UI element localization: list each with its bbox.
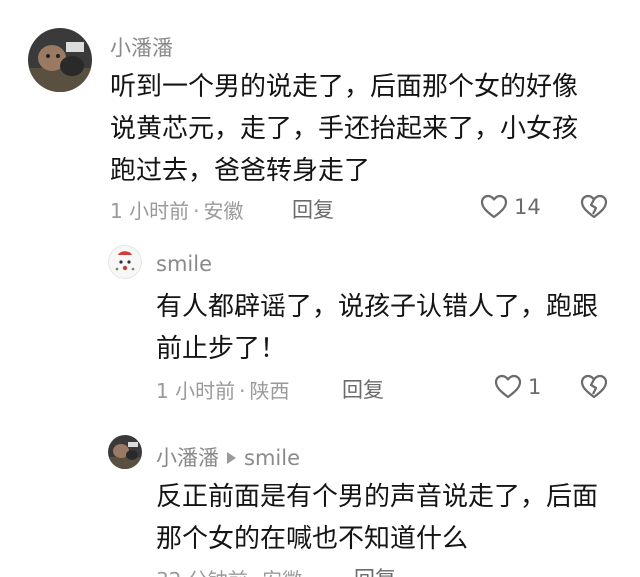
- like-button[interactable]: 14: [480, 194, 541, 220]
- avatar[interactable]: [108, 435, 142, 469]
- avatar-photo: [108, 245, 142, 279]
- like-count: 1: [528, 375, 542, 399]
- reply-item: smile 有人都辟谣了，说孩子认错人了，跑跟 前止步了！ 1 小时前 · 陕西 回…: [0, 240, 640, 420]
- comment-item: 小潘潘 听到一个男的说走了，后面那个女的好像 说黄芯元，走了，手还抬起来了，小女…: [0, 0, 640, 240]
- comment-text-line: 有人都辟谣了，说孩子认错人了，跑跟: [156, 292, 599, 322]
- avatar[interactable]: [108, 245, 142, 279]
- comment-meta: 1 小时前 · 安徽: [110, 195, 243, 224]
- comment-location: 安徽: [262, 568, 302, 577]
- comment-text-line: 那个女的在喊也不知道什么: [156, 524, 469, 554]
- comment-time: 1 小时前: [110, 199, 190, 223]
- like-button[interactable]: 1: [494, 374, 541, 400]
- reply-button[interactable]: 回复: [354, 563, 396, 577]
- comment-list: 小潘潘 听到一个男的说走了，后面那个女的好像 说黄芯元，走了，手还抬起来了，小女…: [0, 0, 640, 577]
- comment-time: 32 分钟前: [156, 568, 248, 577]
- comment-text-line: 说黄芯元，走了，手还抬起来了，小女孩: [110, 114, 579, 144]
- broken-heart-icon: [580, 194, 608, 219]
- comment-time: 1 小时前: [156, 379, 236, 403]
- comment-text-line: 听到一个男的说走了，后面那个女的好像: [110, 72, 579, 102]
- comment-username[interactable]: 小潘潘: [110, 32, 173, 62]
- heart-outline-icon: [494, 374, 522, 399]
- broken-heart-icon: [580, 374, 608, 399]
- comment-text-line: 跑过去，爸爸转身走了: [110, 156, 371, 186]
- comment-username: 小潘潘 smile: [156, 442, 300, 472]
- comment-text-line: 反正前面是有个男的声音说走了，后面: [156, 482, 599, 512]
- reply-author[interactable]: 小潘潘: [156, 446, 219, 470]
- avatar-photo: [108, 435, 142, 469]
- avatar[interactable]: [28, 28, 92, 92]
- comment-username[interactable]: smile: [156, 252, 212, 276]
- comment-text: 反正前面是有个男的声音说走了，后面 那个女的在喊也不知道什么: [156, 476, 598, 560]
- reply-button[interactable]: 回复: [342, 374, 384, 404]
- meta-separator: ·: [252, 568, 258, 577]
- comment-text: 有人都辟谣了，说孩子认错人了，跑跟 前止步了！: [156, 286, 598, 370]
- reply-item: 小潘潘 smile 反正前面是有个男的声音说走了，后面 那个女的在喊也不知道什么 …: [0, 420, 640, 577]
- comment-location: 安徽: [203, 199, 244, 223]
- dislike-button[interactable]: [580, 374, 608, 404]
- like-count: 14: [514, 195, 541, 219]
- comment-meta: 32 分钟前 · 安徽: [156, 564, 302, 577]
- meta-separator: ·: [239, 379, 246, 403]
- comment-meta: 1 小时前 · 陕西: [156, 375, 289, 404]
- comment-text: 听到一个男的说走了，后面那个女的好像 说黄芯元，走了，手还抬起来了，小女孩 跑过…: [110, 66, 578, 192]
- avatar-photo: [28, 28, 92, 92]
- reply-button[interactable]: 回复: [292, 194, 334, 224]
- heart-outline-icon: [480, 194, 508, 219]
- reply-arrow-icon: [227, 452, 236, 464]
- comment-location: 陕西: [249, 379, 290, 403]
- meta-separator: ·: [193, 199, 200, 223]
- dislike-button[interactable]: [580, 194, 608, 224]
- comment-text-line: 前止步了！: [156, 334, 287, 364]
- reply-target[interactable]: smile: [244, 446, 300, 470]
